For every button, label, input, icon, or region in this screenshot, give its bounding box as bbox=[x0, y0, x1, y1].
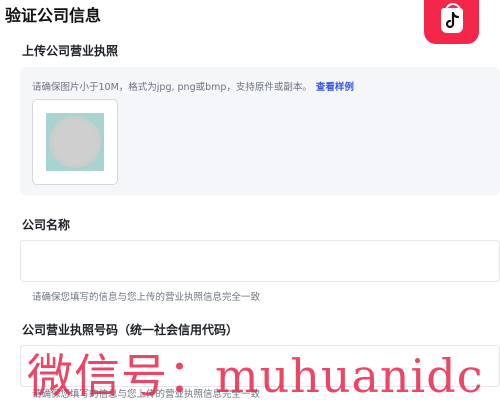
view-sample-link[interactable]: 查看样例 bbox=[316, 82, 354, 93]
tiktok-note-icon bbox=[445, 12, 460, 29]
license-number-input[interactable] bbox=[20, 345, 500, 387]
company-name-hint: 请确保您填写的信息与您上传的营业执照信息完全一致 bbox=[32, 292, 261, 303]
page-title: 验证公司信息 bbox=[5, 6, 102, 25]
license-image-thumbnail[interactable] bbox=[32, 99, 118, 185]
license-number-hint: 请确保您填写的信息与您上传的营业执照信息完全一致 bbox=[32, 389, 261, 400]
upload-hint-text: 请确保图片小于10M，格式为jpg, png或bmp，支持原件或副本。 bbox=[32, 82, 312, 93]
company-name-input[interactable] bbox=[20, 240, 500, 282]
upload-hint: 请确保图片小于10M，格式为jpg, png或bmp，支持原件或副本。 查看样例 bbox=[32, 79, 354, 93]
company-name-label: 公司名称 bbox=[22, 218, 71, 232]
license-number-label: 公司营业执照号码（统一社会信用代码） bbox=[22, 323, 239, 337]
tiktok-shop-logo-icon bbox=[424, 0, 479, 44]
license-upload-label: 上传公司营业执照 bbox=[22, 44, 119, 58]
license-upload-panel: 请确保图片小于10M，格式为jpg, png或bmp，支持原件或副本。 查看样例 bbox=[20, 67, 500, 195]
thumbnail-image-placeholder bbox=[49, 116, 101, 168]
